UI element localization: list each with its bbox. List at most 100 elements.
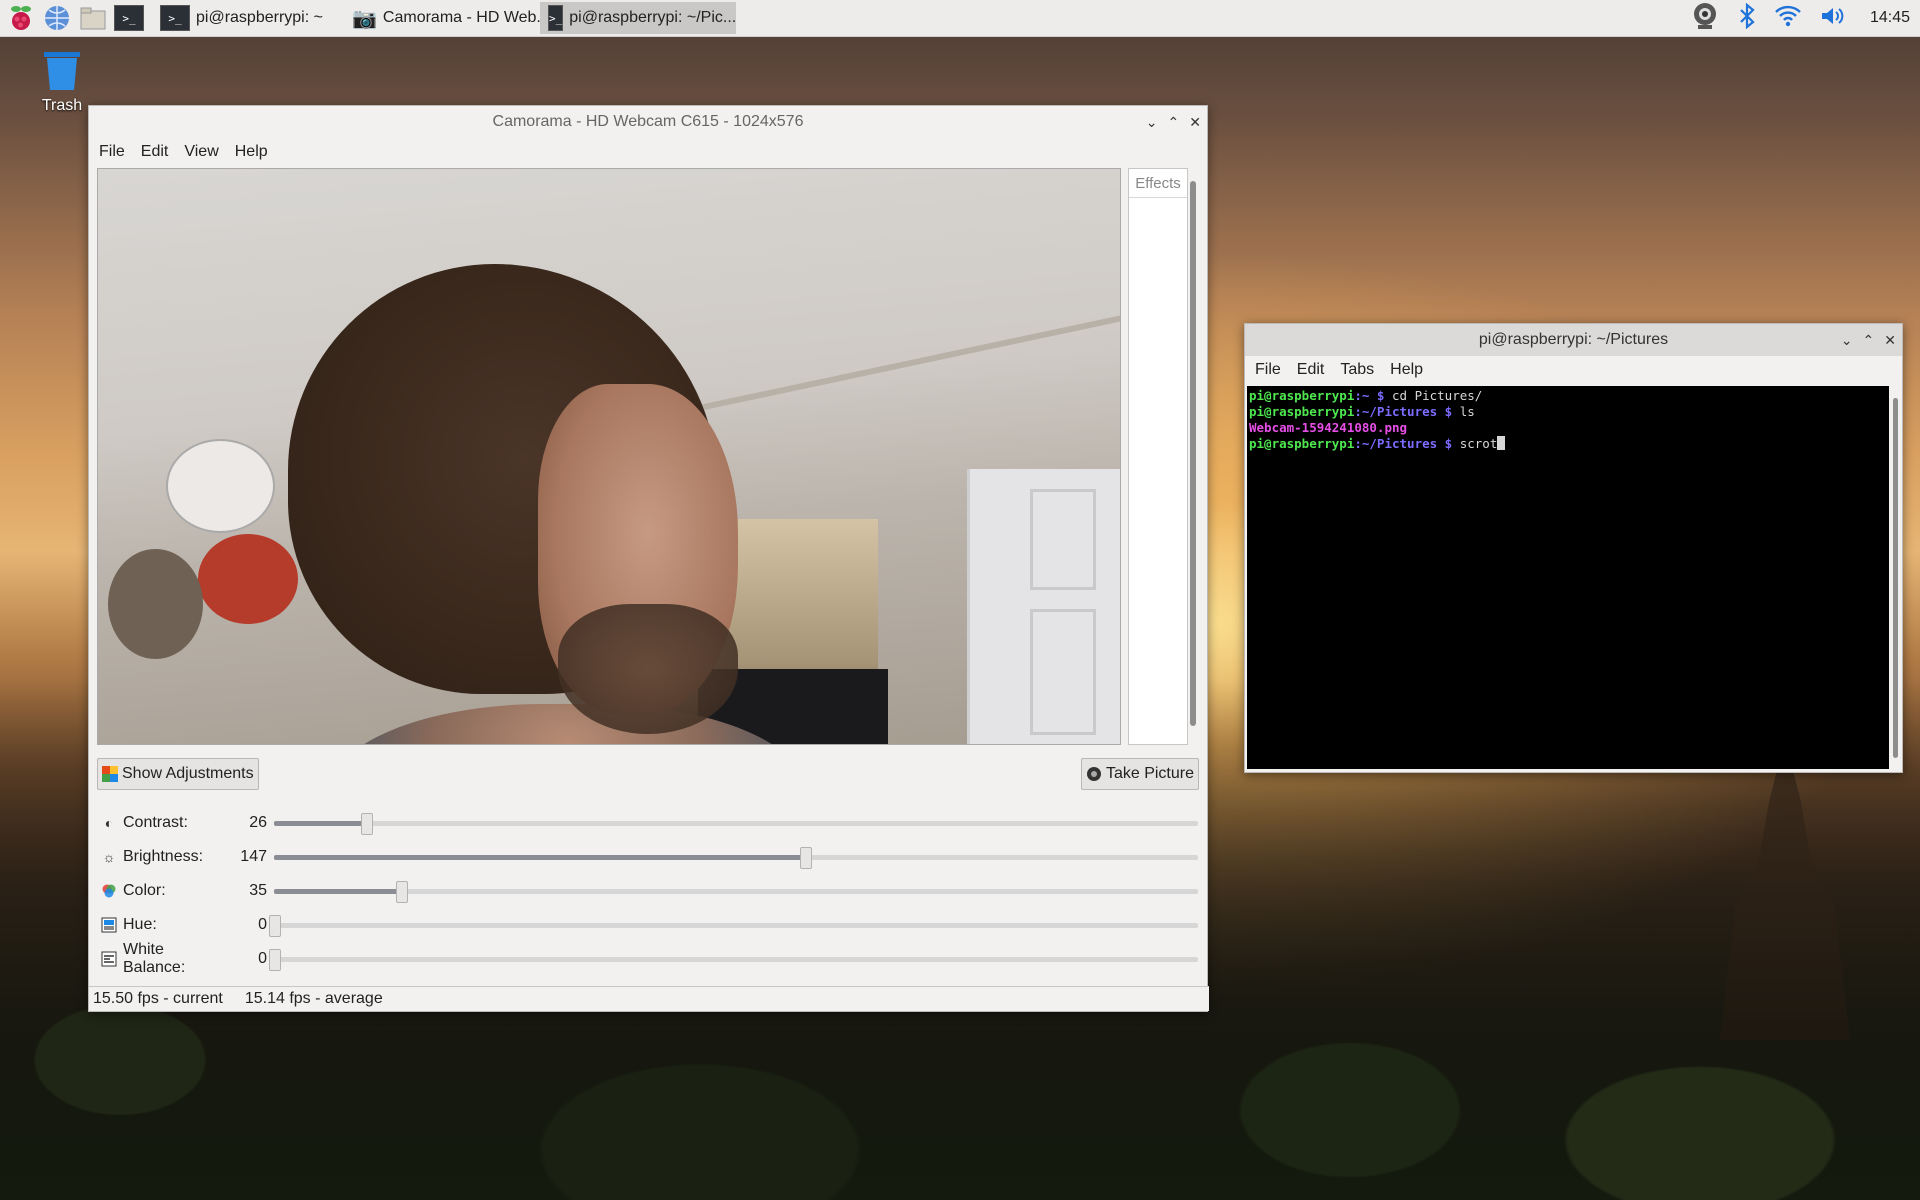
contrast-icon: ◐ [104, 815, 114, 831]
slider-row-brightness: ☼ Brightness: 147 [97, 840, 1198, 874]
menu-file[interactable]: File [1255, 361, 1281, 379]
trash-label: Trash [41, 97, 83, 114]
trash-desktop-item[interactable]: Trash [36, 48, 88, 115]
slider-row-color: Color: 35 [97, 874, 1198, 908]
terminal-cursor [1497, 436, 1506, 450]
terminal-line: pi@raspberrypi:~/Pictures $ scrot [1249, 436, 1887, 452]
slider-row-contrast: ◐ Contrast: 26 [97, 806, 1198, 840]
trash-icon [44, 52, 80, 90]
taskbar-task-label: Camorama - HD Web... [382, 9, 540, 26]
slider-handle[interactable] [269, 915, 281, 937]
slider-row-hue: Hue: 0 [97, 908, 1198, 942]
slider-label: Contrast: [123, 814, 188, 831]
menu-file[interactable]: File [99, 143, 125, 161]
color-slider[interactable] [274, 881, 1198, 903]
minimize-icon[interactable]: ⌄ [1841, 332, 1853, 349]
menu-tabs[interactable]: Tabs [1340, 361, 1374, 379]
show-adjustments-button[interactable]: Show Adjustments [97, 758, 259, 790]
video-hat [108, 549, 203, 659]
taskbar-task-label: pi@raspberrypi: ~ [196, 9, 323, 26]
slider-value: 147 [240, 848, 267, 865]
slider-label: White Balance: [123, 941, 186, 976]
video-door [967, 469, 1120, 744]
maximize-icon[interactable]: ⌃ [1863, 332, 1875, 349]
minimize-icon[interactable]: ⌄ [1146, 114, 1158, 131]
menu-help[interactable]: Help [235, 143, 268, 161]
adjustment-sliders: ◐ Contrast: 26 ☼ Brightness: 147 Color: … [97, 806, 1198, 976]
terminal-icon: >_ [160, 5, 190, 31]
terminal-output[interactable]: pi@raspberrypi:~ $ cd Pictures/pi@raspbe… [1247, 386, 1889, 769]
button-label: Show Adjustments [122, 765, 254, 782]
camorama-statusbar: 15.50 fps - current 15.14 fps - average [89, 986, 1209, 1011]
menu-edit[interactable]: Edit [1297, 361, 1325, 379]
webcam-icon: 📷 [352, 7, 377, 30]
terminal-scrollbar[interactable] [1891, 390, 1899, 766]
slider-row-white-balance: White Balance: 0 [97, 941, 1198, 976]
color-icon [101, 883, 117, 899]
button-label: Take Picture [1105, 765, 1194, 782]
slider-label: Hue: [123, 916, 157, 933]
raspberry-menu-icon[interactable] [6, 3, 36, 33]
terminal-titlebar[interactable]: pi@raspberrypi: ~/Pictures ⌄ ⌃ ✕ [1245, 324, 1902, 356]
video-hat [198, 534, 298, 624]
terminal-line: pi@raspberrypi:~ $ cd Pictures/ [1249, 388, 1483, 403]
contrast-slider[interactable] [274, 813, 1198, 835]
slider-value: 26 [249, 814, 267, 831]
take-picture-button[interactable]: Take Picture [1080, 758, 1199, 790]
clock[interactable]: 14:45 [1870, 9, 1910, 27]
white-balance-slider[interactable] [269, 949, 1198, 971]
menu-edit[interactable]: Edit [141, 143, 169, 161]
close-icon[interactable]: ✕ [1189, 114, 1201, 131]
camorama-titlebar[interactable]: Camorama - HD Webcam C615 - 1024x576 ⌄ ⌃… [89, 106, 1207, 138]
maximize-icon[interactable]: ⌃ [1168, 114, 1180, 131]
terminal-line: pi@raspberrypi:~/Pictures $ ls [1249, 404, 1475, 419]
taskbar: >_ >_ pi@raspberrypi: ~ 📷 Camorama - HD … [0, 0, 1920, 37]
terminal-line: Webcam-1594241080.png [1249, 420, 1408, 435]
effects-scrollbar[interactable] [1188, 171, 1198, 741]
white-balance-icon [101, 951, 117, 967]
slider-label: Brightness: [123, 848, 204, 865]
slider-handle[interactable] [395, 881, 408, 903]
effects-header[interactable]: Effects [1129, 169, 1187, 198]
camera-icon [1086, 767, 1101, 781]
slider-value: 0 [258, 950, 267, 967]
slider-handle[interactable] [269, 949, 281, 971]
menu-view[interactable]: View [184, 143, 218, 161]
bluetooth-icon[interactable] [1738, 2, 1756, 34]
file-manager-icon[interactable] [78, 3, 108, 33]
close-icon[interactable]: ✕ [1884, 332, 1896, 349]
camorama-window: Camorama - HD Webcam C615 - 1024x576 ⌄ ⌃… [88, 105, 1209, 1012]
taskbar-task-terminal-home[interactable]: >_ pi@raspberrypi: ~ [152, 2, 344, 34]
brightness-slider[interactable] [274, 847, 1198, 869]
terminal-launcher-icon[interactable]: >_ [114, 3, 144, 33]
volume-icon[interactable] [1820, 4, 1846, 33]
slider-value: 35 [249, 882, 267, 899]
taskbar-task-camorama[interactable]: 📷 Camorama - HD Web... [344, 2, 540, 34]
slider-handle[interactable] [800, 847, 813, 869]
wifi-icon[interactable] [1774, 4, 1802, 33]
hue-slider[interactable] [269, 915, 1198, 937]
adjustments-icon [102, 766, 118, 782]
fps-average: 15.14 fps - average [244, 990, 383, 1007]
slider-handle[interactable] [361, 813, 374, 835]
slider-value: 0 [258, 916, 267, 933]
slider-label: Color: [123, 882, 166, 899]
menu-help[interactable]: Help [1390, 361, 1423, 379]
webcam-status-icon[interactable] [1690, 1, 1720, 36]
fps-current: 15.50 fps - current [93, 990, 223, 1007]
window-title: pi@raspberrypi: ~/Pictures [1478, 331, 1669, 348]
hue-icon [101, 917, 117, 933]
camorama-menubar: File Edit View Help [89, 138, 1207, 166]
terminal-icon: >_ [548, 5, 564, 31]
taskbar-task-label: pi@raspberrypi: ~/Pic... [569, 9, 736, 26]
system-tray: 14:45 [1690, 0, 1910, 36]
web-browser-icon[interactable] [42, 3, 72, 33]
terminal-window: pi@raspberrypi: ~/Pictures ⌄ ⌃ ✕ File Ed… [1244, 323, 1903, 773]
window-title: Camorama - HD Webcam C615 - 1024x576 [492, 113, 804, 130]
taskbar-task-terminal-pictures[interactable]: >_ pi@raspberrypi: ~/Pic... [540, 2, 736, 34]
video-person [288, 264, 808, 744]
terminal-menubar: File Edit Tabs Help [1245, 356, 1902, 384]
webcam-preview [97, 168, 1121, 745]
brightness-icon: ☼ [102, 849, 116, 865]
effects-panel[interactable]: Effects [1128, 168, 1188, 745]
